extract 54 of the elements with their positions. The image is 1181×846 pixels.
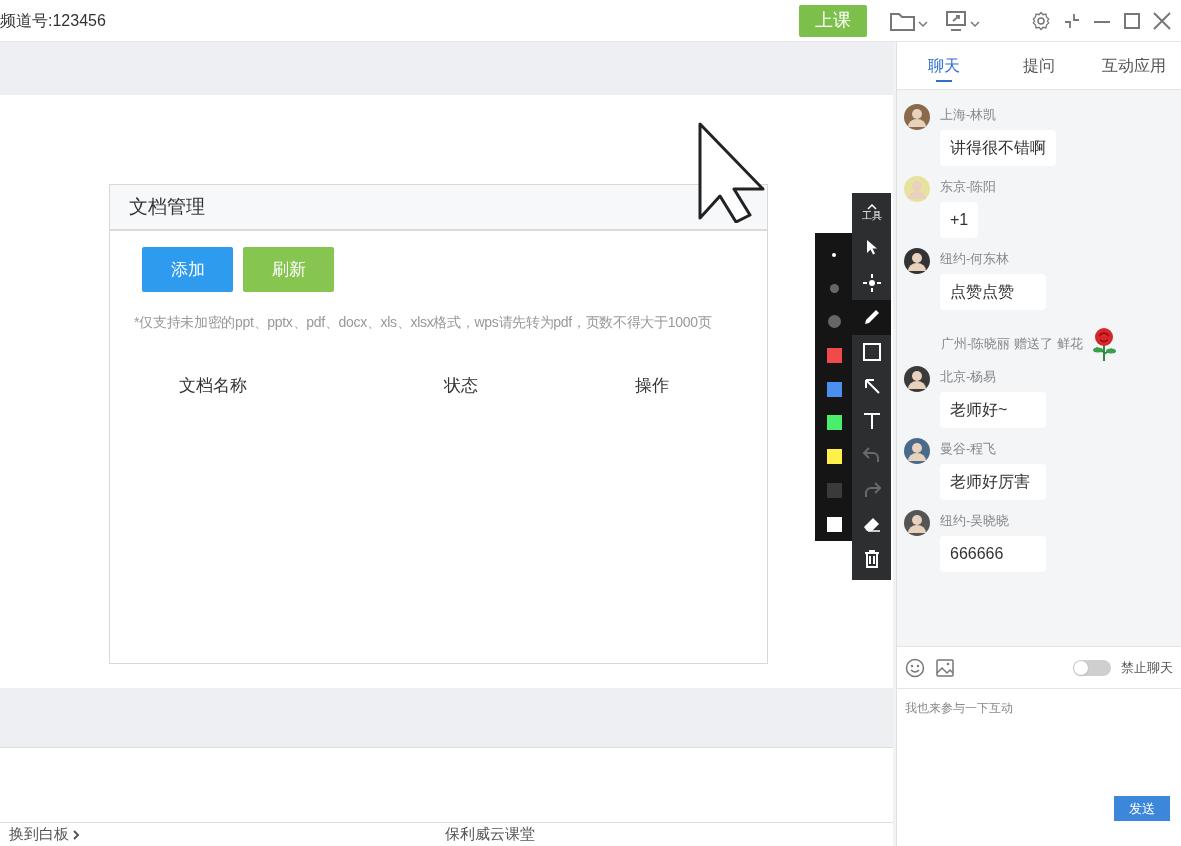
- message-bubble: 讲得很不错啊: [940, 130, 1056, 166]
- sender-name: 纽约-吴晓晓: [940, 512, 1010, 530]
- avatar: [904, 248, 930, 274]
- column-header: 文档名称: [178, 375, 248, 397]
- color-swatch[interactable]: [826, 415, 842, 431]
- message-bubble: 老师好厉害: [940, 464, 1046, 500]
- caret-icon: [866, 203, 877, 210]
- message-bubble: 老师好~: [940, 392, 1046, 428]
- chat-tab[interactable]: 提问: [991, 42, 1087, 89]
- color-swatch[interactable]: [826, 348, 842, 363]
- screen-share-icon[interactable]: [945, 9, 983, 32]
- avatar: [904, 176, 930, 202]
- column-header: 状态: [443, 375, 480, 397]
- crosshair-icon: [860, 271, 883, 294]
- emoji-icon[interactable]: [905, 657, 925, 678]
- upload-note: *仅支持未加密的ppt、pptx、pdf、docx、xls、xlsx格式，wps请先转为pdf，页数不得大于1000页: [133, 313, 713, 332]
- message-bubble: +1: [940, 202, 979, 238]
- color-swatch[interactable]: [826, 449, 842, 465]
- add-button[interactable]: 添加: [142, 247, 233, 292]
- send-button[interactable]: 发送: [1114, 796, 1170, 821]
- gift-notice: 广州-陈晓丽 赠送了 鲜花: [941, 335, 1083, 354]
- switch-whiteboard-link[interactable]: 换到白板: [0, 823, 80, 846]
- collapse-icon[interactable]: [1063, 11, 1081, 30]
- image-icon[interactable]: [935, 657, 955, 678]
- avatar: [904, 104, 930, 130]
- mute-label: 禁止聊天: [1121, 658, 1173, 677]
- color-swatch[interactable]: [826, 516, 842, 532]
- message-bubble: 点赞点赞: [940, 274, 1046, 310]
- brand-name: 保利威云课堂: [445, 824, 535, 845]
- mute-toggle[interactable]: [1073, 659, 1111, 676]
- sender-name: 北京-杨易: [940, 368, 997, 386]
- maximize-icon[interactable]: [1123, 11, 1141, 30]
- tools-collapse-button[interactable]: 工具: [861, 193, 882, 231]
- avatar: [904, 438, 930, 464]
- sender-name: 东京-陈阳: [940, 178, 997, 196]
- column-header: 操作: [633, 375, 670, 397]
- dialog-title: 文档管理: [129, 194, 205, 219]
- chat-tab[interactable]: 聊天: [897, 42, 992, 89]
- sender-name: 纽约-何东林: [940, 250, 1010, 268]
- tool-button[interactable]: [852, 300, 891, 335]
- settings-icon[interactable]: [1031, 10, 1051, 31]
- color-swatch[interactable]: [826, 381, 842, 397]
- chevron-right-icon: [73, 829, 80, 840]
- avatar: [904, 366, 930, 392]
- avatar: [904, 510, 930, 536]
- message-bubble: 666666: [940, 536, 1046, 572]
- color-swatch[interactable]: [826, 482, 842, 498]
- rectangle-icon: [860, 340, 883, 363]
- sender-name: 曼谷-程飞: [940, 440, 997, 458]
- close-icon[interactable]: [1153, 11, 1171, 30]
- folder-icon[interactable]: [889, 10, 931, 31]
- sender-name: 上海-林凯: [940, 106, 997, 124]
- channel-number: 频道号:123456: [0, 10, 106, 31]
- chat-tab[interactable]: 互动应用: [1086, 42, 1181, 89]
